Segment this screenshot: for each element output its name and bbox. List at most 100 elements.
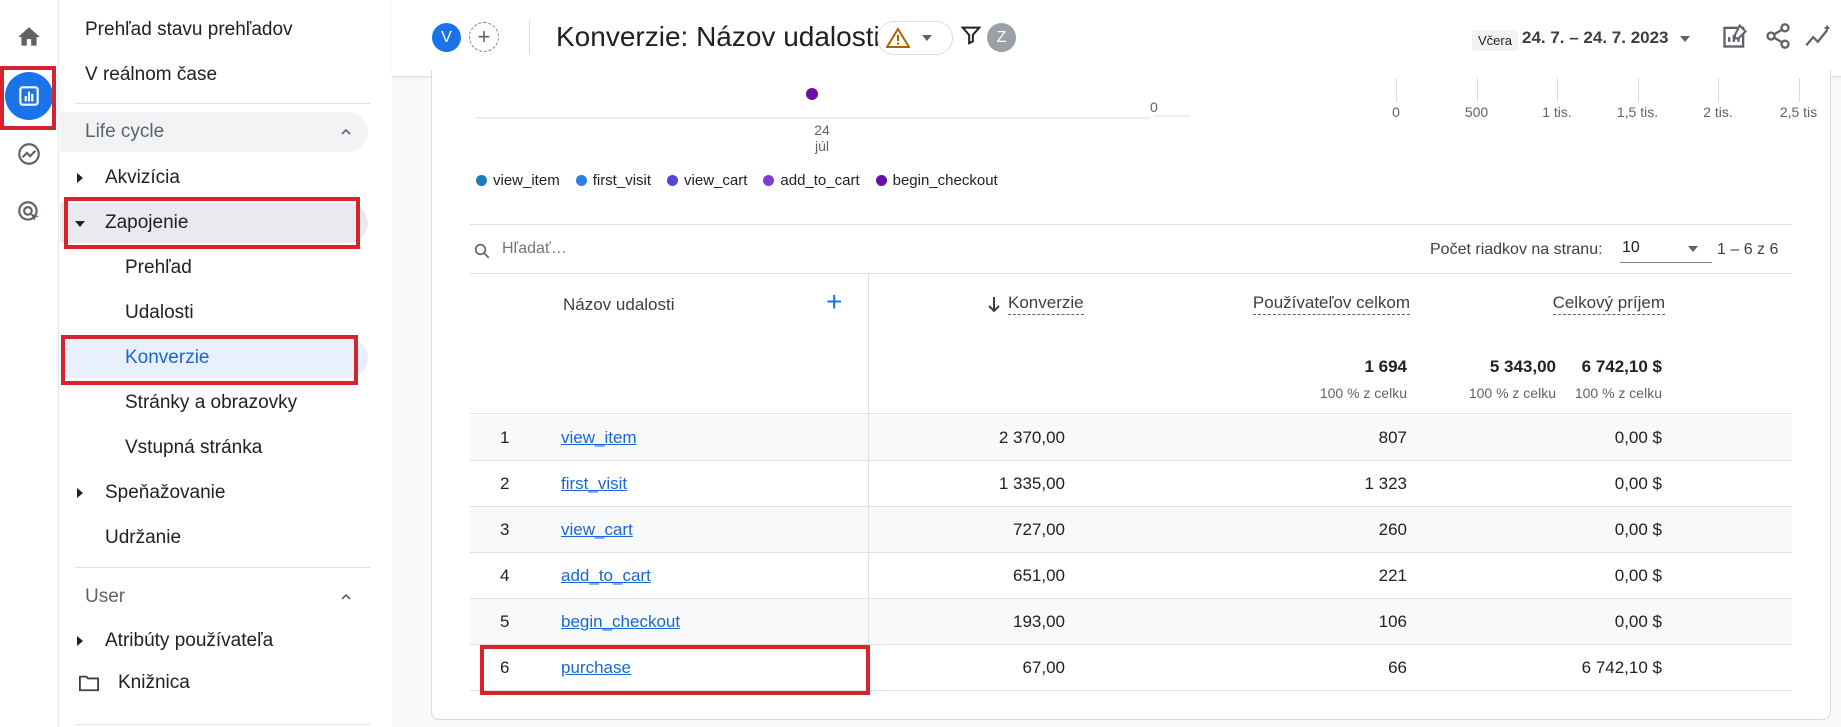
left-axis-zero: 0 (1150, 99, 1158, 115)
sidebar-item-user-attributes[interactable]: Atribúty používateľa (60, 621, 370, 661)
revenue-cell: 0,00 $ (1614, 428, 1662, 447)
sidebar-item-reports-overview[interactable]: Prehľad stavu prehľadov (60, 10, 370, 50)
column-header-total-revenue[interactable]: Celkový príjem (1552, 293, 1665, 315)
bar-axis-gridline (1396, 78, 1397, 102)
bar-axis-gridline (1718, 78, 1719, 102)
sidebar-divider (75, 724, 370, 725)
revenue-cell: 0,00 $ (1614, 612, 1662, 631)
row-index: 6 (500, 658, 510, 677)
sidebar-item-acquisition[interactable]: Akvizícia (60, 158, 370, 198)
column-header-conversions[interactable]: Konverzie (1008, 293, 1084, 315)
search-icon (474, 243, 490, 259)
bar-axis-tick-label: 500 (1464, 104, 1489, 120)
table-toolbar: Počet riadkov na stranu: 10 1 – 6 z 6 (470, 224, 1792, 274)
sidebar-item-retention[interactable]: Udržanie (60, 518, 370, 558)
legend-item[interactable]: first_visit (575, 172, 651, 189)
sidebar: Prehľad stavu prehľadov V reálnom čase L… (60, 0, 392, 727)
chevron-up-icon (341, 128, 351, 135)
header-separator (529, 20, 530, 54)
plus-icon: + (477, 24, 491, 49)
legend-dot (667, 175, 679, 186)
x-tick-day: 24 (814, 122, 830, 138)
explore-icon[interactable] (5, 130, 53, 178)
event-name-link[interactable]: view_item (561, 428, 637, 448)
sidebar-item-realtime[interactable]: V reálnom čase (60, 55, 370, 95)
revenue-cell: 6 742,10 $ (1581, 658, 1662, 677)
event-name-link[interactable]: view_cart (561, 520, 633, 540)
column-header-event-name[interactable]: Názov udalosti (563, 295, 675, 315)
reports-icon[interactable] (5, 72, 53, 120)
date-dropdown-icon[interactable] (1680, 36, 1690, 42)
comparison-avatar-v[interactable]: V (432, 23, 461, 52)
table-header: Názov udalosti + Konverzie Používateľov … (470, 274, 1792, 414)
report-header: V + Konverzie: Názov udalosti Z Včera 24… (392, 0, 1841, 77)
event-name-link[interactable]: add_to_cart (561, 566, 651, 586)
row-index: 3 (500, 520, 510, 539)
date-range[interactable]: 24. 7. – 24. 7. 2023 (1522, 28, 1669, 48)
revenue-cell: 0,00 $ (1614, 474, 1662, 493)
event-name-link[interactable]: first_visit (561, 474, 627, 494)
event-name-link[interactable]: purchase (561, 658, 631, 678)
legend-dot (875, 175, 887, 186)
date-chip[interactable]: Včera (1472, 30, 1518, 51)
sidebar-item-pages-screens[interactable]: Stránky a obrazovky (60, 383, 370, 423)
legend-item[interactable]: begin_checkout (875, 172, 998, 189)
row-index: 1 (500, 428, 510, 447)
users-cell: 807 (1378, 428, 1407, 447)
sidebar-item-engagement[interactable]: Zapojenie (60, 203, 368, 243)
sidebar-section-user[interactable]: User (60, 577, 368, 617)
sidebar-item-engagement-overview[interactable]: Prehľad (60, 248, 370, 288)
total-users-share: 100 % z celku (1319, 385, 1407, 401)
advertising-icon[interactable] (5, 188, 53, 236)
column-header-total-users[interactable]: Používateľov celkom (1252, 293, 1410, 315)
sidebar-item-conversions[interactable]: Konverzie (60, 338, 368, 378)
table-row: 3 view_cart 727,00 260 0,00 $ (470, 507, 1792, 553)
sidebar-item-events[interactable]: Udalosti (60, 293, 370, 333)
bar-axis-tick-label: 2,5 tis (1779, 104, 1818, 120)
add-comparison-button[interactable]: + (469, 22, 499, 52)
caret-right-icon (77, 636, 83, 646)
bar-axis-tick-label: 1,5 tis. (1616, 104, 1659, 120)
left-rail (0, 0, 59, 727)
legend-item[interactable]: view_cart (667, 172, 747, 189)
data-quality-button[interactable] (877, 21, 953, 55)
add-dimension-plus-icon[interactable]: + (826, 288, 842, 316)
bar-axis-tick-label: 2 tis. (1703, 104, 1733, 120)
sidebar-item-landing-page[interactable]: Vstupná stránka (60, 428, 370, 468)
caret-down-icon (75, 221, 85, 227)
folder-icon (79, 675, 99, 692)
filter-icon[interactable] (960, 24, 982, 46)
sort-desc-arrow-icon[interactable] (986, 295, 1002, 315)
home-icon[interactable] (5, 13, 53, 61)
table-row: 1 view_item 2 370,00 807 0,00 $ (470, 415, 1792, 461)
sidebar-divider (75, 567, 370, 568)
users-cell: 66 (1388, 658, 1407, 677)
legend-dot (763, 175, 775, 186)
sidebar-section-lifecycle[interactable]: Life cycle (60, 112, 368, 152)
insights-icon[interactable] (1804, 22, 1834, 50)
pagination-label: 1 – 6 z 6 (1717, 241, 1779, 258)
conversions-cell: 2 370,00 (998, 428, 1065, 447)
event-name-link[interactable]: begin_checkout (561, 612, 680, 632)
total-conversions: 5 343,00 (1489, 357, 1556, 376)
customize-report-icon[interactable] (1721, 22, 1749, 50)
table-row: 2 first_visit 1 335,00 1 323 0,00 $ (470, 461, 1792, 507)
rows-per-page-select[interactable]: 10 (1620, 235, 1712, 263)
row-index: 2 (500, 474, 510, 493)
share-icon[interactable] (1764, 22, 1792, 50)
sidebar-divider (75, 103, 370, 104)
sidebar-item-monetization[interactable]: Speňažovanie (60, 473, 370, 513)
users-cell: 260 (1378, 520, 1407, 539)
bar-axis-tick-label: 0 (1392, 104, 1400, 120)
conversions-cell: 727,00 (1013, 520, 1065, 539)
sidebar-item-library[interactable]: Knižnica (60, 663, 370, 703)
filter-avatar-z[interactable]: Z (987, 23, 1016, 52)
total-conversions-share: 100 % z celku (1468, 385, 1556, 401)
legend-item[interactable]: view_item (476, 172, 560, 189)
search-input[interactable] (502, 240, 902, 258)
row-index: 5 (500, 612, 510, 631)
legend-item[interactable]: add_to_cart (763, 172, 860, 189)
table-row: 5 begin_checkout 193,00 106 0,00 $ (470, 599, 1792, 645)
table-row: 6 purchase 67,00 66 6 742,10 $ (470, 645, 1792, 691)
caret-right-icon (77, 488, 83, 498)
